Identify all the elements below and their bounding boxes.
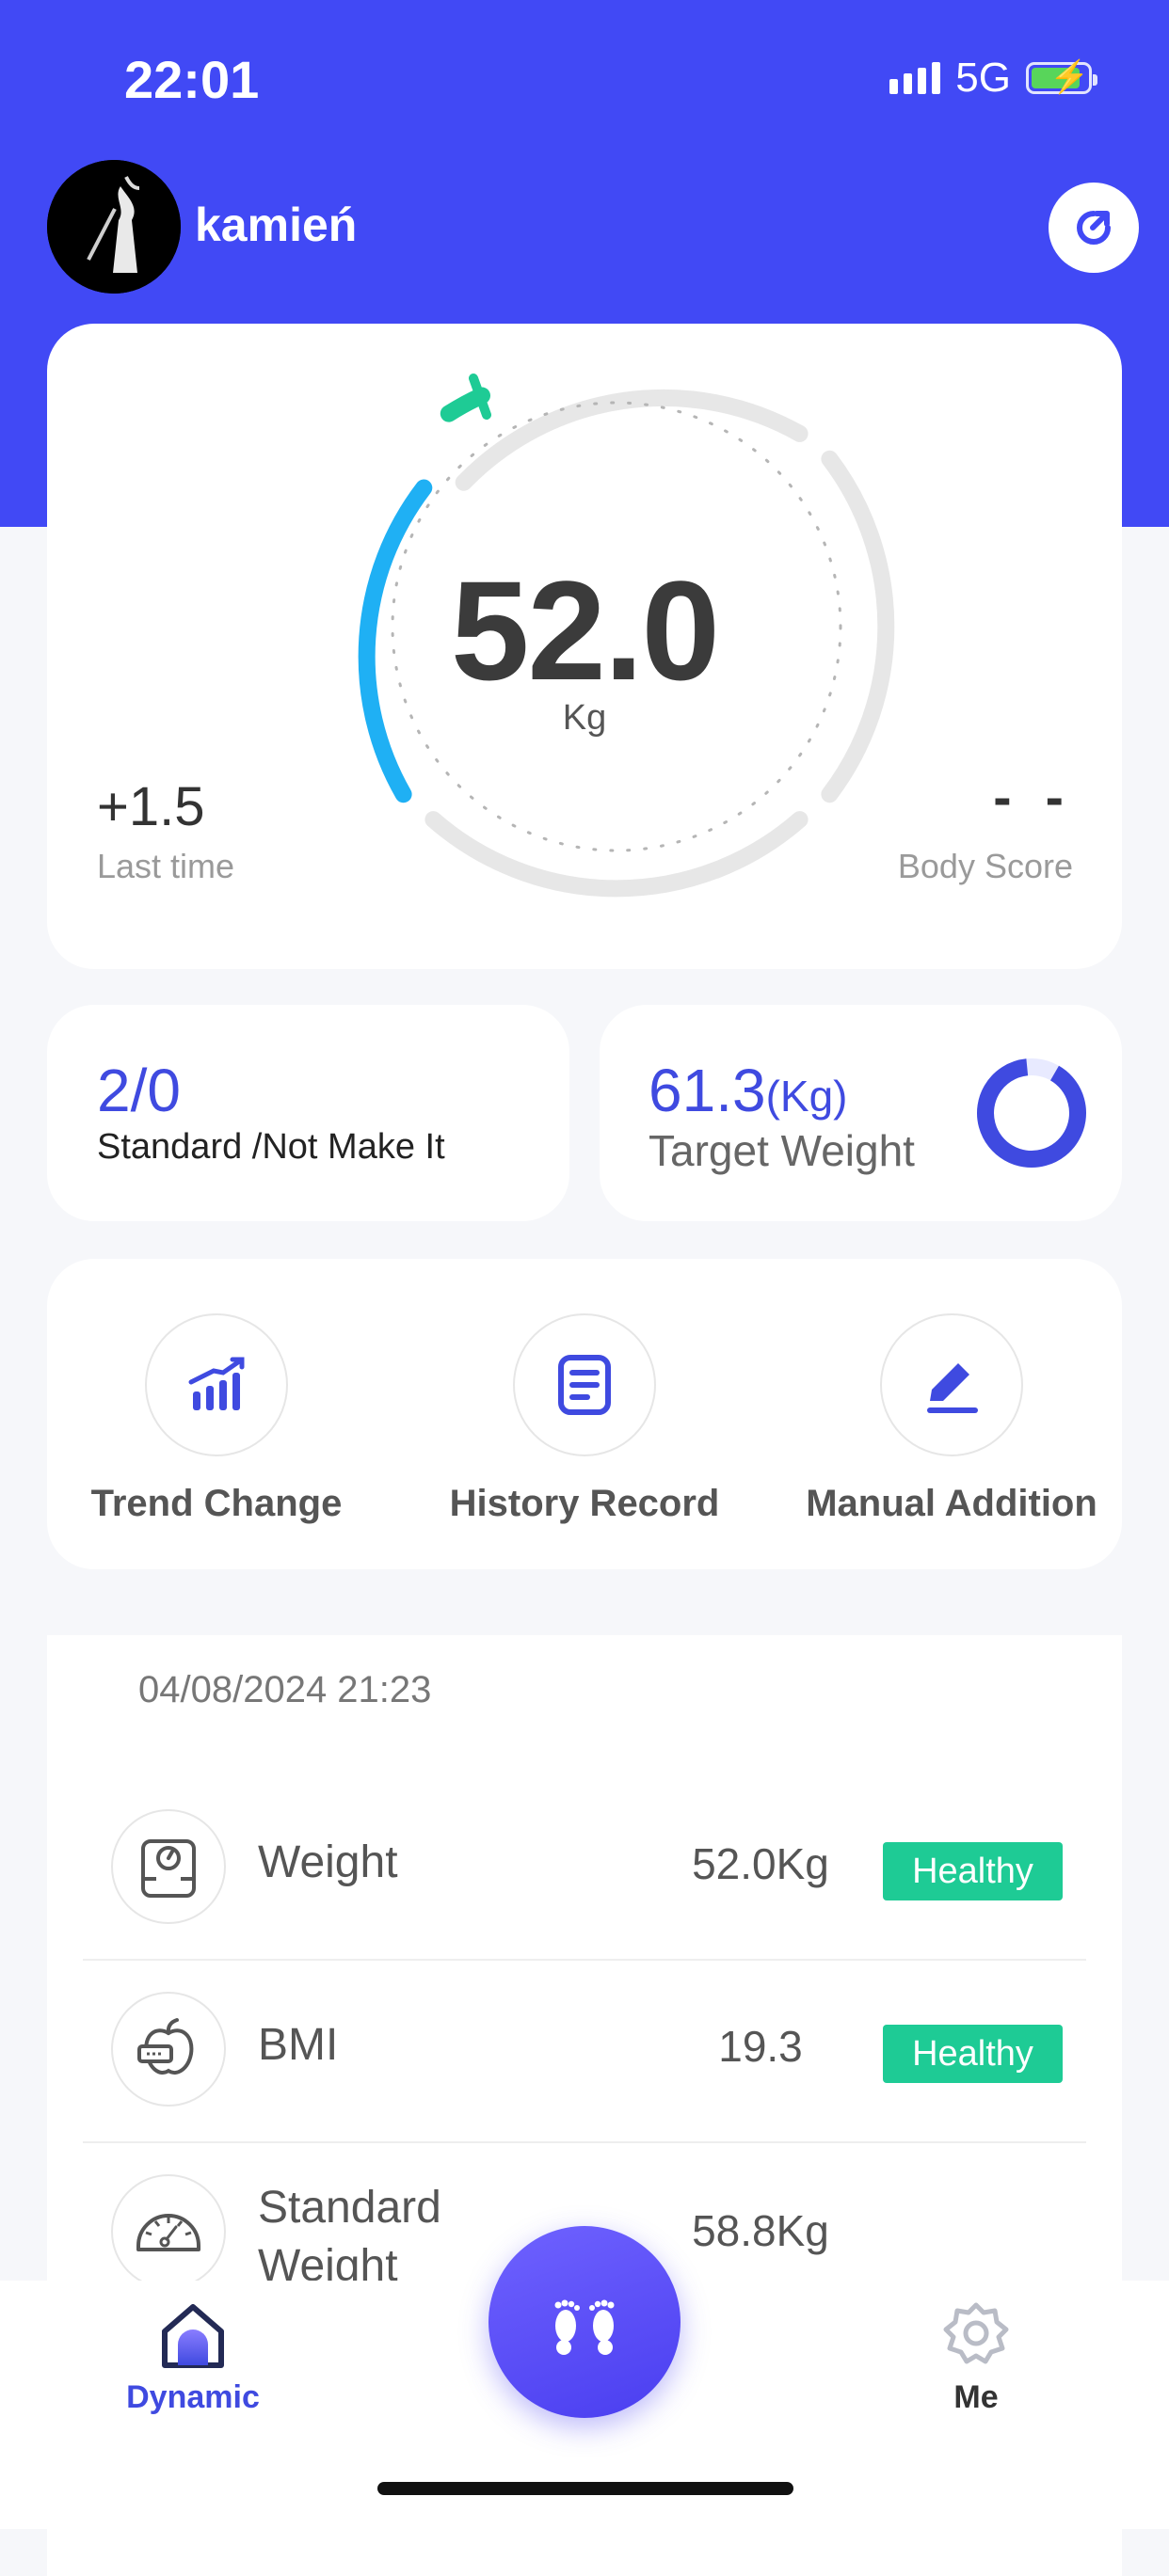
trend-change-button[interactable]: Trend Change (47, 1313, 386, 1525)
record-date: 04/08/2024 21:23 (138, 1669, 432, 1710)
target-weight-label: Target Weight (649, 1126, 915, 1175)
tab-me[interactable]: Me (905, 2299, 1047, 2416)
standard-label: Standard /Not Make It (97, 1127, 445, 1167)
gear-icon (943, 2302, 1009, 2364)
username: kamień (195, 199, 358, 251)
refresh-icon (1077, 211, 1111, 245)
manual-addition-label: Manual Addition (806, 1483, 1097, 1524)
weight-row-name: Weight (258, 1837, 398, 1887)
footprints-icon (554, 2299, 615, 2355)
list-item[interactable]: Weight 52.0Kg Healthy (83, 1776, 1086, 1961)
history-record-button[interactable]: History Record (415, 1313, 754, 1525)
status-time: 22:01 (124, 50, 260, 109)
document-icon (558, 1355, 611, 1415)
actions-card: Trend Change History Record Manual Addit… (47, 1259, 1122, 1569)
list-item[interactable]: BMI 19.3 Healthy (83, 1959, 1086, 2143)
home-indicator (377, 2482, 793, 2495)
target-weight-value: 61.3(Kg) (649, 1056, 847, 1125)
tab-me-label: Me (953, 2379, 999, 2415)
pencil-icon (927, 1363, 978, 1413)
scale-icon (141, 1839, 196, 1898)
tab-dynamic-label: Dynamic (126, 2379, 260, 2415)
target-progress-ring (977, 1058, 1086, 1168)
signal-icon (889, 62, 941, 94)
home-icon (162, 2304, 224, 2368)
standard-value: 2/0 (97, 1057, 181, 1124)
status-badge: Healthy (883, 1842, 1063, 1900)
network-label: 5G (955, 55, 1011, 101)
bmi-row-name: BMI (258, 2020, 339, 2070)
body-score-value: - - (993, 767, 1073, 828)
tab-dynamic[interactable]: Dynamic (122, 2299, 264, 2416)
weight-unit: Kg (562, 698, 607, 738)
trend-change-label: Trend Change (90, 1483, 343, 1524)
standard-weight-row-name: Standard Weight (258, 2183, 441, 2291)
weight-row-value: 52.0Kg (692, 1839, 829, 1888)
measure-button[interactable] (488, 2226, 681, 2418)
target-weight-card[interactable]: 61.3(Kg) Target Weight (600, 1005, 1122, 1221)
weight-value: 52.0 (451, 551, 720, 709)
body-score-label: Body Score (897, 847, 1073, 885)
last-change-label: Last time (97, 847, 235, 885)
last-change-value: +1.5 (97, 776, 205, 837)
status-icons: 5G ⚡ (889, 55, 1097, 102)
trend-chart-icon (188, 1357, 245, 1410)
avatar[interactable] (47, 160, 181, 294)
target-weight-unit: (Kg) (765, 1072, 848, 1121)
target-weight-number: 61.3 (649, 1057, 766, 1124)
standard-weight-row-value: 58.8Kg (692, 2206, 829, 2255)
history-record-label: History Record (449, 1483, 720, 1524)
sync-button[interactable] (1049, 183, 1139, 273)
weight-card: 52.0 Kg +1.5 Last time - - Body Score (47, 324, 1122, 969)
manual-addition-button[interactable]: Manual Addition (782, 1313, 1121, 1525)
battery-icon: ⚡ (1026, 61, 1097, 94)
bmi-row-value: 19.3 (718, 2022, 803, 2071)
standard-card[interactable]: 2/0 Standard /Not Make It (47, 1005, 569, 1221)
apple-tape-icon (137, 2018, 194, 2075)
status-badge: Healthy (883, 2025, 1063, 2083)
speedometer-icon (136, 2214, 200, 2251)
